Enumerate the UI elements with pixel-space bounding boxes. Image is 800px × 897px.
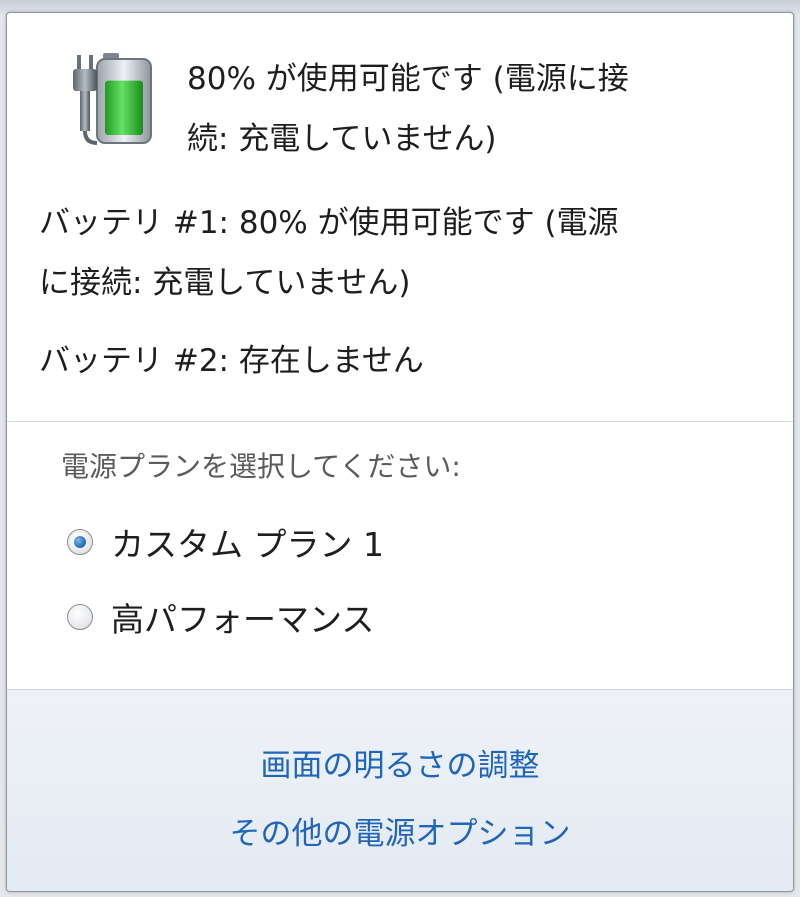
battery-status-text: 80% が使用可能です (電源に接 続: 充電していません) [187, 49, 757, 169]
separator [7, 421, 793, 422]
battery-1-status-line-2: に接続: 充電していません) [39, 265, 411, 301]
radio-button[interactable] [67, 604, 93, 630]
power-plan-option-high-performance[interactable]: 高パフォーマンス [67, 593, 374, 641]
power-plan-heading: 電源プランを選択してください: [61, 450, 461, 483]
battery-2-status: バッテリ #2: 存在しません [39, 331, 759, 391]
battery-status-line-1: 80% が使用可能です (電源に接 [187, 61, 629, 97]
battery-1-status: バッテリ #1: 80% が使用可能です (電源 に接続: 充電していません) [39, 193, 759, 313]
battery-flyout: 80% が使用可能です (電源に接 続: 充電していません) バッテリ #1: … [6, 12, 794, 892]
battery-summary: 80% が使用可能です (電源に接 続: 充電していません) [67, 43, 767, 173]
battery-1-status-line-1: バッテリ #1: 80% が使用可能です (電源 [39, 205, 619, 241]
radio-button[interactable] [67, 529, 93, 555]
battery-level-fill [105, 80, 143, 135]
battery-status-line-2: 続: 充電していません) [187, 121, 497, 157]
more-power-options-link[interactable]: その他の電源オプション [7, 808, 793, 853]
power-plan-label[interactable]: カスタム プラン 1 [111, 518, 384, 566]
power-plan-label[interactable]: 高パフォーマンス [111, 593, 374, 641]
power-plan-option-custom[interactable]: カスタム プラン 1 [67, 518, 384, 566]
adjust-brightness-link[interactable]: 画面の明るさの調整 [7, 740, 793, 785]
battery-plugged-icon [73, 53, 152, 145]
links-pane: 画面の明るさの調整 その他の電源オプション [7, 689, 793, 891]
battery-2-status-line-1: バッテリ #2: 存在しません [39, 343, 424, 379]
